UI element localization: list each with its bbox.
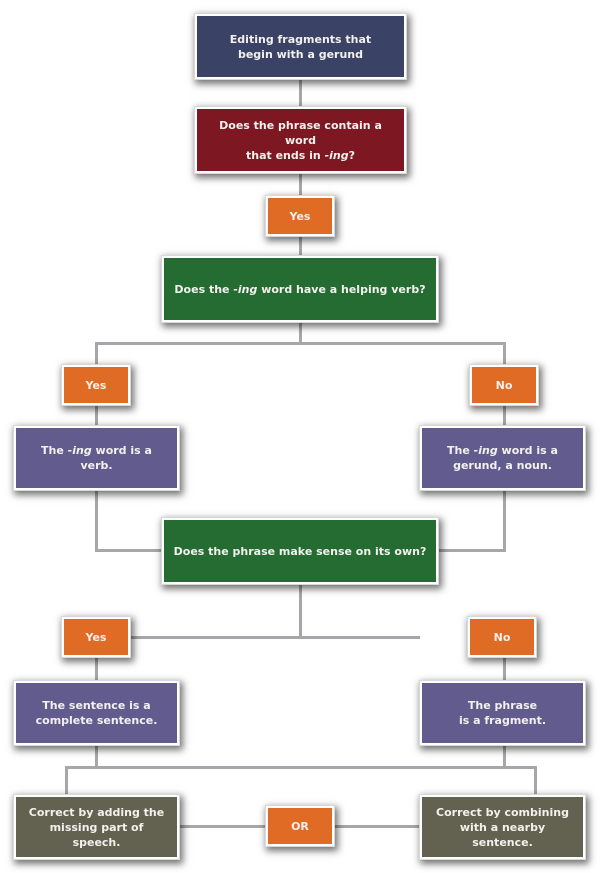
or-box: OR xyxy=(265,805,335,847)
result-fragment-line-1: The phrase xyxy=(467,699,538,712)
question1-line-1: Does the phrase contain a word xyxy=(219,118,382,147)
answer-no-box-2: No xyxy=(469,364,539,406)
result-verb-text: The -ing word is a verb. xyxy=(24,443,169,473)
connector-q3-stem xyxy=(299,583,302,639)
question1-italic: -ing xyxy=(324,148,349,162)
result-complete-sentence-box: The sentence is a complete sentence. xyxy=(13,680,180,746)
connector-right-correction-drop xyxy=(534,766,537,796)
correction-left-line-2: missing part of speech. xyxy=(49,820,144,849)
connector-q2-horizontal xyxy=(95,342,506,345)
answer-yes-box-1: Yes xyxy=(265,195,335,237)
question1-line-2: that ends in -ing? xyxy=(205,148,396,163)
connector-verb-to-q3 xyxy=(95,549,165,552)
result-verb-italic: -ing xyxy=(67,444,92,457)
title-line-1: Editing fragments that xyxy=(229,32,372,46)
result-complete-line-2: complete sentence. xyxy=(35,714,158,727)
connector-bottom-horizontal xyxy=(65,766,537,769)
connector-no2-to-gerund xyxy=(503,404,506,428)
result-verb-box: The -ing word is a verb. xyxy=(13,425,180,491)
correction-right-line-2: with a nearby sentence. xyxy=(459,820,546,849)
correction-right-line-1: Correct by combining xyxy=(436,805,569,819)
result-verb-post: word is a verb. xyxy=(80,444,152,472)
answer-no-label-3: No xyxy=(493,630,511,644)
question1-post: ? xyxy=(348,148,355,162)
answer-yes-label-2: Yes xyxy=(85,378,107,392)
result-fragment-box: The phrase is a fragment. xyxy=(419,680,586,746)
answer-no-box-3: No xyxy=(467,616,537,658)
connector-yes3-to-complete xyxy=(95,655,98,682)
correction-combine-box: Correct by combining with a nearby sente… xyxy=(419,794,586,860)
or-label: OR xyxy=(291,819,309,833)
question-contains-ing-box: Does the phrase contain a word that ends… xyxy=(194,106,407,174)
result-gerund-italic: -ing xyxy=(473,444,498,457)
result-fragment-line-2: is a fragment. xyxy=(458,714,547,727)
connector-left-correction-drop xyxy=(65,766,68,796)
connector-q3-horizontal xyxy=(128,636,420,639)
connector-verb-down xyxy=(95,489,98,552)
result-gerund-pre: The xyxy=(447,444,474,457)
question-helping-verb-box: Does the -ing word have a helping verb? xyxy=(161,255,439,323)
answer-yes-box-2: Yes xyxy=(61,364,131,406)
connector-q2-right-drop xyxy=(503,342,506,367)
correction-left-line-1: Correct by adding the xyxy=(28,805,165,819)
result-gerund-box: The -ing word is a gerund, a noun. xyxy=(419,425,586,491)
connector-left-to-or xyxy=(178,825,268,828)
connector-yes2-to-verb xyxy=(95,404,98,428)
connector-title-to-q1 xyxy=(299,78,302,108)
result-gerund-post: word is a xyxy=(497,444,558,457)
question2-post: word have a helping verb? xyxy=(257,282,426,296)
result-gerund-line-2: gerund, a noun. xyxy=(453,459,552,472)
connector-yes-to-q2 xyxy=(299,235,302,257)
question-makes-sense-box: Does the phrase make sense on its own? xyxy=(161,517,439,585)
connector-no3-to-fragment xyxy=(503,655,506,682)
title-line-2: begin with a gerund xyxy=(237,47,364,61)
connector-q1-to-yes xyxy=(299,172,302,198)
result-verb-pre: The xyxy=(41,444,68,457)
connector-q2-stem xyxy=(299,321,302,344)
connector-q2-left-drop xyxy=(95,342,98,367)
answer-yes-label-3: Yes xyxy=(85,630,107,644)
connector-gerund-to-q3 xyxy=(435,549,506,552)
result-gerund-line-1: The -ing word is a xyxy=(447,443,558,458)
question2-text: Does the -ing word have a helping verb? xyxy=(174,282,425,297)
answer-yes-label-1: Yes xyxy=(289,209,311,223)
connector-gerund-down xyxy=(503,489,506,552)
answer-yes-box-3: Yes xyxy=(61,616,131,658)
question3-text: Does the phrase make sense on its own? xyxy=(173,544,427,558)
title-box: Editing fragments that begin with a geru… xyxy=(194,13,407,80)
connector-or-to-right xyxy=(332,825,422,828)
correction-add-missing-box: Correct by adding the missing part of sp… xyxy=(13,794,180,860)
answer-no-label-2: No xyxy=(495,378,513,392)
question2-pre: Does the xyxy=(174,282,234,296)
question1-text: that ends in xyxy=(245,148,325,162)
question2-italic: -ing xyxy=(233,282,258,296)
result-complete-line-1: The sentence is a xyxy=(42,699,151,712)
